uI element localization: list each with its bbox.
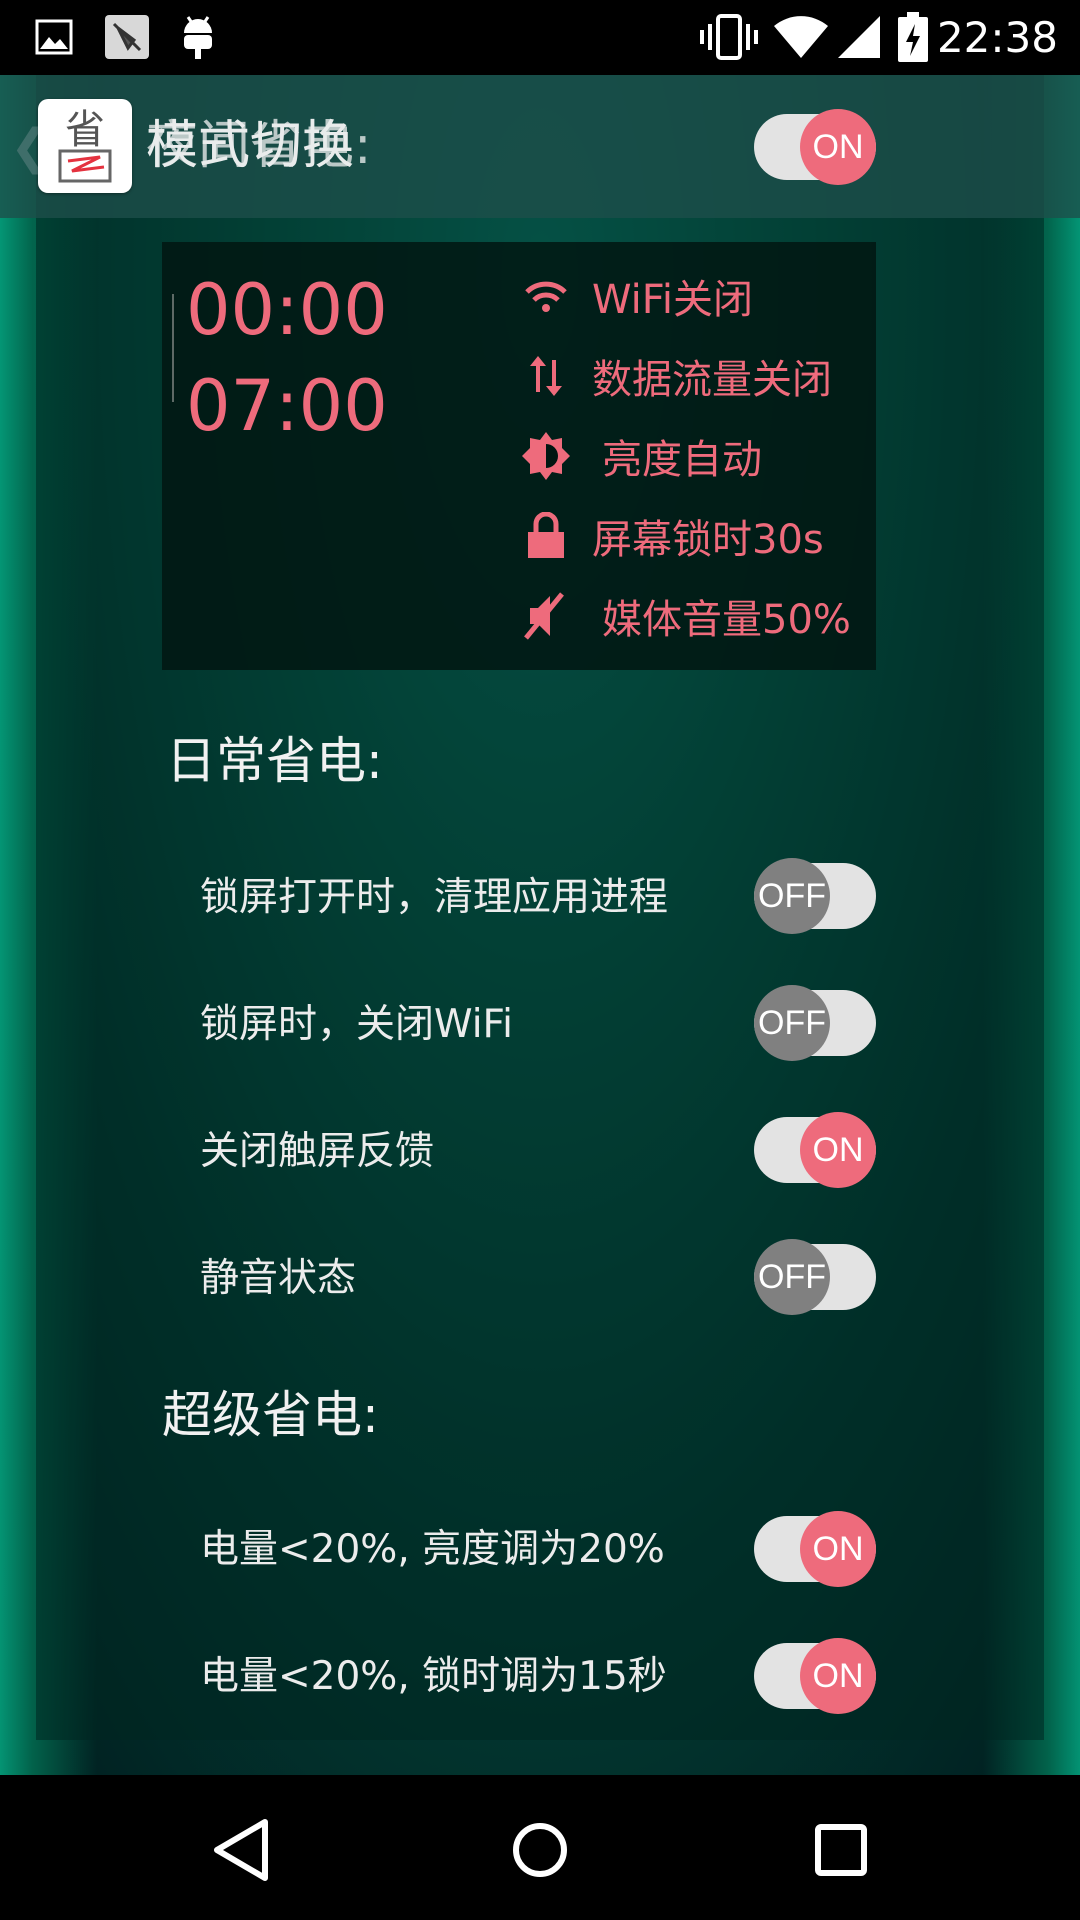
action-brightness: 亮度自动 — [522, 426, 762, 486]
action-label: 屏幕锁时30s — [592, 517, 824, 563]
wifi-icon — [522, 272, 570, 320]
action-lock: 屏幕锁时30s — [522, 506, 824, 566]
signal-icon — [836, 8, 882, 66]
data-transfer-icon — [522, 352, 570, 400]
action-label: 数据流量关闭 — [592, 357, 832, 403]
schedule-card[interactable]: 00:00 07:00 WiFi关闭 数据流量关闭 亮度自动 屏幕锁时30s 媒… — [162, 242, 876, 670]
vibrate-icon — [700, 8, 758, 66]
start-time[interactable]: 00:00 — [186, 270, 388, 350]
app-header: ❮ 省 模式切换 夜间省电: ON — [0, 75, 1080, 218]
toggle-thumb: ON — [800, 109, 876, 185]
toggle-touch-feedback[interactable]: ON — [754, 1112, 876, 1188]
status-bar: 22:38 — [0, 0, 1080, 75]
super-section-title: 超级省电: — [162, 1386, 379, 1444]
super-item-label: 电量<20%, 亮度调为20% — [200, 1527, 665, 1572]
back-icon[interactable] — [186, 1795, 296, 1905]
toggle-thumb: OFF — [754, 1239, 830, 1315]
action-label: 媒体音量50% — [602, 597, 851, 643]
daily-item-label: 锁屏时，关闭WiFi — [200, 1002, 513, 1047]
svg-text:省: 省 — [65, 107, 105, 153]
brightness-auto-icon — [522, 432, 570, 480]
action-label: 亮度自动 — [602, 437, 762, 483]
toggle-low-brightness[interactable]: ON — [754, 1511, 876, 1587]
super-item-label: 电量<20%, 锁时调为15秒 — [200, 1654, 667, 1699]
toggle-low-locktime[interactable]: ON — [754, 1638, 876, 1714]
home-icon[interactable] — [485, 1795, 595, 1905]
toggle-thumb: OFF — [754, 858, 830, 934]
status-time: 22:38 — [936, 13, 1058, 62]
action-volume: 媒体音量50% — [522, 586, 851, 646]
wifi-icon — [772, 8, 830, 66]
toggle-silent[interactable]: OFF — [754, 1239, 876, 1315]
toggle-thumb: ON — [800, 1511, 876, 1587]
toggle-thumb: ON — [800, 1638, 876, 1714]
daily-section-title: 日常省电: — [166, 732, 383, 790]
navigation-bar — [0, 1775, 1080, 1920]
android-icon — [178, 8, 218, 66]
toggle-clean-process[interactable]: OFF — [754, 858, 876, 934]
lock-icon — [522, 512, 570, 560]
app-logo-icon: 省 — [38, 99, 132, 193]
card-divider — [172, 294, 174, 402]
recents-icon[interactable] — [786, 1795, 896, 1905]
daily-item-label: 关闭触屏反馈 — [200, 1129, 435, 1174]
toggle-lock-wifi[interactable]: OFF — [754, 985, 876, 1061]
battery-charging-icon — [898, 8, 928, 66]
night-mode-title: 夜间省电: — [146, 116, 372, 176]
action-data: 数据流量关闭 — [522, 346, 832, 406]
toggle-thumb: OFF — [754, 985, 830, 1061]
end-time[interactable]: 07:00 — [186, 366, 388, 446]
action-label: WiFi关闭 — [592, 277, 753, 323]
daily-item-label: 静音状态 — [200, 1256, 357, 1301]
action-wifi: WiFi关闭 — [522, 266, 753, 326]
toggle-thumb: ON — [800, 1112, 876, 1188]
volume-mute-icon — [522, 592, 570, 640]
daily-item-label: 锁屏打开时，清理应用进程 — [200, 875, 669, 920]
muted-app-icon — [104, 8, 150, 66]
image-icon — [34, 8, 74, 66]
night-mode-toggle[interactable]: ON — [754, 109, 876, 185]
